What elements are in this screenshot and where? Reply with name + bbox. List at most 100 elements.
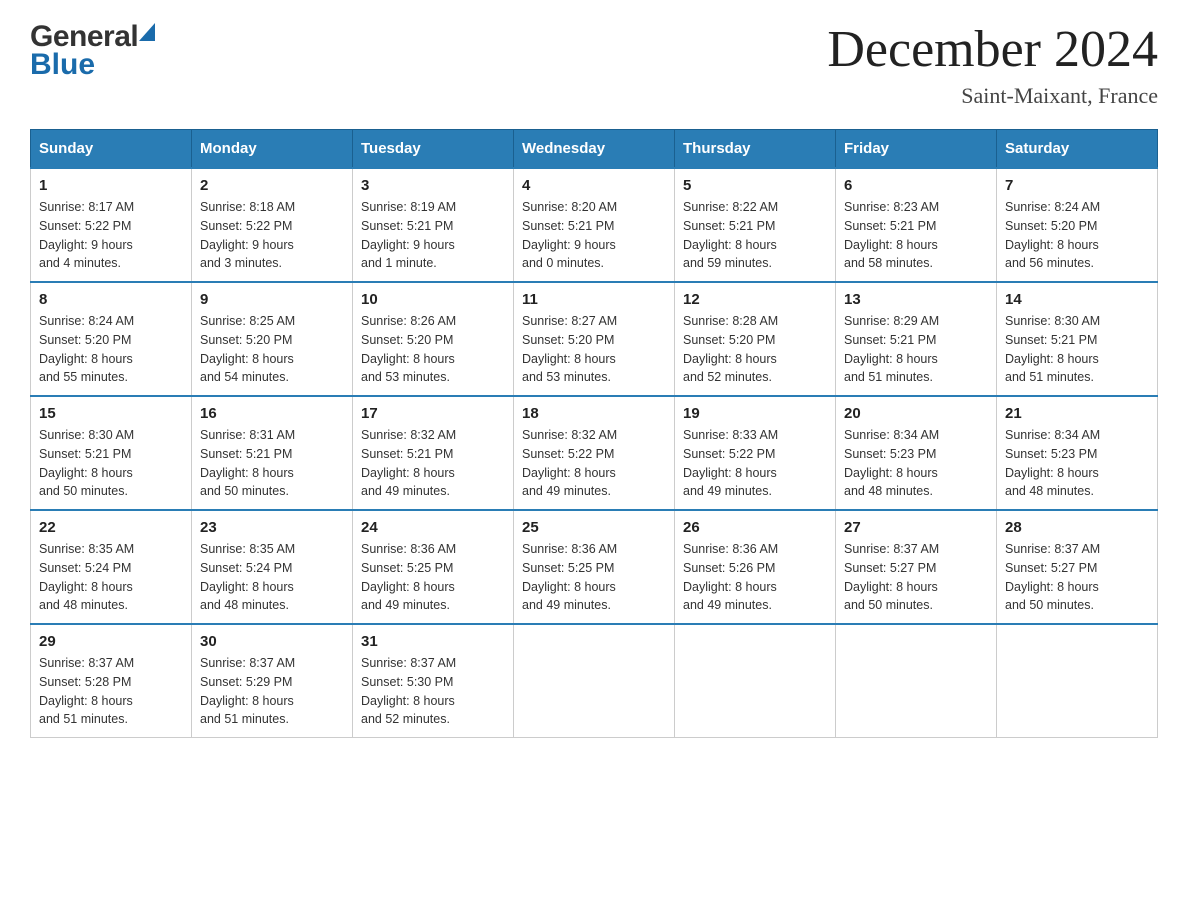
header-cell-thursday: Thursday xyxy=(675,130,836,169)
day-number: 27 xyxy=(844,519,988,536)
day-number: 7 xyxy=(1005,177,1149,194)
day-info: Sunrise: 8:22 AMSunset: 5:21 PMDaylight:… xyxy=(683,200,778,270)
day-info: Sunrise: 8:18 AMSunset: 5:22 PMDaylight:… xyxy=(200,200,295,270)
day-number: 16 xyxy=(200,405,344,422)
day-number: 15 xyxy=(39,405,183,422)
page-subtitle: Saint-Maixant, France xyxy=(827,83,1158,109)
day-info: Sunrise: 8:36 AMSunset: 5:25 PMDaylight:… xyxy=(361,542,456,612)
page-header: General Blue December 2024 Saint-Maixant… xyxy=(30,20,1158,109)
header-cell-wednesday: Wednesday xyxy=(514,130,675,169)
day-info: Sunrise: 8:24 AMSunset: 5:20 PMDaylight:… xyxy=(1005,200,1100,270)
day-cell: 13 Sunrise: 8:29 AMSunset: 5:21 PMDayligh… xyxy=(836,282,997,396)
day-number: 12 xyxy=(683,291,827,308)
day-cell: 24 Sunrise: 8:36 AMSunset: 5:25 PMDayligh… xyxy=(353,510,514,624)
day-number: 22 xyxy=(39,519,183,536)
day-cell: 22 Sunrise: 8:35 AMSunset: 5:24 PMDayligh… xyxy=(31,510,192,624)
day-cell: 31 Sunrise: 8:37 AMSunset: 5:30 PMDayligh… xyxy=(353,624,514,738)
day-cell: 20Sunrise: 8:34 AMSunset: 5:23 PMDayligh… xyxy=(836,396,997,510)
logo-blue-text: Blue xyxy=(30,48,95,82)
calendar-body: 1 Sunrise: 8:17 AMSunset: 5:22 PMDaylight… xyxy=(31,168,1158,738)
day-cell: 23Sunrise: 8:35 AMSunset: 5:24 PMDayligh… xyxy=(192,510,353,624)
day-cell: 29Sunrise: 8:37 AMSunset: 5:28 PMDayligh… xyxy=(31,624,192,738)
day-info: Sunrise: 8:37 AMSunset: 5:29 PMDaylight:… xyxy=(200,656,295,726)
day-info: Sunrise: 8:32 AMSunset: 5:22 PMDaylight:… xyxy=(522,428,617,498)
day-info: Sunrise: 8:30 AMSunset: 5:21 PMDaylight:… xyxy=(1005,314,1100,384)
week-row-5: 29Sunrise: 8:37 AMSunset: 5:28 PMDayligh… xyxy=(31,624,1158,738)
day-cell: 16 Sunrise: 8:31 AMSunset: 5:21 PMDayligh… xyxy=(192,396,353,510)
day-cell: 2 Sunrise: 8:18 AMSunset: 5:22 PMDaylight… xyxy=(192,168,353,282)
day-number: 6 xyxy=(844,177,988,194)
day-cell: 3Sunrise: 8:19 AMSunset: 5:21 PMDaylight… xyxy=(353,168,514,282)
day-cell: 27 Sunrise: 8:37 AMSunset: 5:27 PMDayligh… xyxy=(836,510,997,624)
header-cell-friday: Friday xyxy=(836,130,997,169)
day-info: Sunrise: 8:25 AMSunset: 5:20 PMDaylight:… xyxy=(200,314,295,384)
day-info: Sunrise: 8:37 AMSunset: 5:28 PMDaylight:… xyxy=(39,656,134,726)
week-row-1: 1 Sunrise: 8:17 AMSunset: 5:22 PMDaylight… xyxy=(31,168,1158,282)
week-row-2: 8 Sunrise: 8:24 AMSunset: 5:20 PMDaylight… xyxy=(31,282,1158,396)
day-number: 24 xyxy=(361,519,505,536)
logo-flag-icon xyxy=(139,23,155,41)
day-info: Sunrise: 8:37 AMSunset: 5:27 PMDaylight:… xyxy=(1005,542,1100,612)
day-cell xyxy=(836,624,997,738)
day-cell: 19 Sunrise: 8:33 AMSunset: 5:22 PMDayligh… xyxy=(675,396,836,510)
header-cell-sunday: Sunday xyxy=(31,130,192,169)
day-number: 11 xyxy=(522,291,666,308)
day-cell: 7 Sunrise: 8:24 AMSunset: 5:20 PMDaylight… xyxy=(997,168,1158,282)
day-cell xyxy=(514,624,675,738)
day-info: Sunrise: 8:28 AMSunset: 5:20 PMDaylight:… xyxy=(683,314,778,384)
calendar-header: SundayMondayTuesdayWednesdayThursdayFrid… xyxy=(31,130,1158,169)
day-info: Sunrise: 8:23 AMSunset: 5:21 PMDaylight:… xyxy=(844,200,939,270)
day-cell: 18Sunrise: 8:32 AMSunset: 5:22 PMDayligh… xyxy=(514,396,675,510)
day-number: 8 xyxy=(39,291,183,308)
day-info: Sunrise: 8:30 AMSunset: 5:21 PMDaylight:… xyxy=(39,428,134,498)
day-cell: 9 Sunrise: 8:25 AMSunset: 5:20 PMDaylight… xyxy=(192,282,353,396)
day-number: 19 xyxy=(683,405,827,422)
day-number: 23 xyxy=(200,519,344,536)
day-number: 1 xyxy=(39,177,183,194)
day-number: 3 xyxy=(361,177,505,194)
day-info: Sunrise: 8:35 AMSunset: 5:24 PMDaylight:… xyxy=(39,542,134,612)
day-info: Sunrise: 8:34 AMSunset: 5:23 PMDaylight:… xyxy=(844,428,939,498)
day-number: 26 xyxy=(683,519,827,536)
header-cell-tuesday: Tuesday xyxy=(353,130,514,169)
day-number: 9 xyxy=(200,291,344,308)
day-info: Sunrise: 8:37 AMSunset: 5:27 PMDaylight:… xyxy=(844,542,939,612)
day-cell: 8 Sunrise: 8:24 AMSunset: 5:20 PMDaylight… xyxy=(31,282,192,396)
day-info: Sunrise: 8:32 AMSunset: 5:21 PMDaylight:… xyxy=(361,428,456,498)
day-info: Sunrise: 8:26 AMSunset: 5:20 PMDaylight:… xyxy=(361,314,456,384)
day-info: Sunrise: 8:36 AMSunset: 5:25 PMDaylight:… xyxy=(522,542,617,612)
day-info: Sunrise: 8:20 AMSunset: 5:21 PMDaylight:… xyxy=(522,200,617,270)
day-cell: 30Sunrise: 8:37 AMSunset: 5:29 PMDayligh… xyxy=(192,624,353,738)
day-info: Sunrise: 8:36 AMSunset: 5:26 PMDaylight:… xyxy=(683,542,778,612)
header-cell-monday: Monday xyxy=(192,130,353,169)
day-number: 10 xyxy=(361,291,505,308)
day-info: Sunrise: 8:29 AMSunset: 5:21 PMDaylight:… xyxy=(844,314,939,384)
day-cell: 6 Sunrise: 8:23 AMSunset: 5:21 PMDaylight… xyxy=(836,168,997,282)
header-cell-saturday: Saturday xyxy=(997,130,1158,169)
day-info: Sunrise: 8:34 AMSunset: 5:23 PMDaylight:… xyxy=(1005,428,1100,498)
day-info: Sunrise: 8:31 AMSunset: 5:21 PMDaylight:… xyxy=(200,428,295,498)
day-number: 2 xyxy=(200,177,344,194)
day-info: Sunrise: 8:17 AMSunset: 5:22 PMDaylight:… xyxy=(39,200,134,270)
day-cell: 1 Sunrise: 8:17 AMSunset: 5:22 PMDaylight… xyxy=(31,168,192,282)
day-cell: 11 Sunrise: 8:27 AMSunset: 5:20 PMDayligh… xyxy=(514,282,675,396)
day-cell: 21 Sunrise: 8:34 AMSunset: 5:23 PMDayligh… xyxy=(997,396,1158,510)
day-info: Sunrise: 8:24 AMSunset: 5:20 PMDaylight:… xyxy=(39,314,134,384)
day-number: 17 xyxy=(361,405,505,422)
day-number: 5 xyxy=(683,177,827,194)
day-number: 31 xyxy=(361,633,505,650)
week-row-3: 15 Sunrise: 8:30 AMSunset: 5:21 PMDayligh… xyxy=(31,396,1158,510)
day-cell xyxy=(997,624,1158,738)
day-info: Sunrise: 8:27 AMSunset: 5:20 PMDaylight:… xyxy=(522,314,617,384)
day-info: Sunrise: 8:37 AMSunset: 5:30 PMDaylight:… xyxy=(361,656,456,726)
day-info: Sunrise: 8:33 AMSunset: 5:22 PMDaylight:… xyxy=(683,428,778,498)
calendar-table: SundayMondayTuesdayWednesdayThursdayFrid… xyxy=(30,129,1158,738)
day-cell: 15 Sunrise: 8:30 AMSunset: 5:21 PMDayligh… xyxy=(31,396,192,510)
day-number: 4 xyxy=(522,177,666,194)
day-number: 21 xyxy=(1005,405,1149,422)
day-cell: 10 Sunrise: 8:26 AMSunset: 5:20 PMDayligh… xyxy=(353,282,514,396)
day-number: 13 xyxy=(844,291,988,308)
day-cell: 5 Sunrise: 8:22 AMSunset: 5:21 PMDaylight… xyxy=(675,168,836,282)
header-row: SundayMondayTuesdayWednesdayThursdayFrid… xyxy=(31,130,1158,169)
page-title: December 2024 xyxy=(827,20,1158,79)
